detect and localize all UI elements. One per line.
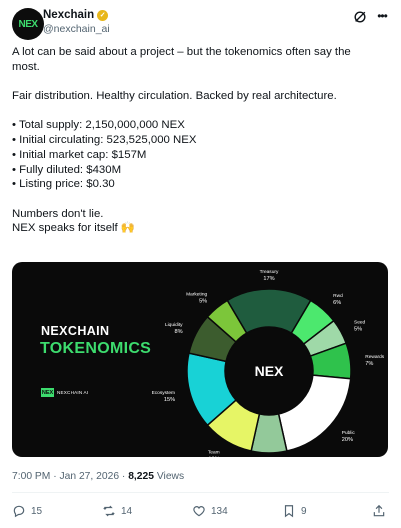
text-line: • Total supply: 2,150,000,000 NEX (12, 119, 185, 132)
slice-value-label: 17% (263, 276, 274, 282)
share-button[interactable] (372, 500, 386, 522)
slice-value-label: 5% (354, 326, 362, 332)
slice-value-label: 6% (333, 300, 341, 306)
slice-label: Rwd (333, 293, 343, 299)
slice-value-label: 10% (208, 456, 219, 457)
text-line: • Listing price: $0.30 (12, 178, 115, 191)
post-header: NEX Nexchain ✓ @nexchain_ai ••• (12, 8, 389, 40)
timestamp[interactable]: 7:00 PM · Jan 27, 2026 · (12, 471, 128, 482)
more-icon[interactable]: ••• (375, 10, 389, 24)
post-meta: 7:00 PM · Jan 27, 2026 · 8,225 Views (12, 471, 184, 482)
slice-label: Marketing (186, 291, 207, 297)
tokenomics-donut-chart: Treasury17%Rwd6%Seed5%Rewards7%Public20%… (152, 269, 385, 457)
text-line: most. (12, 60, 40, 73)
display-name-row[interactable]: Nexchain ✓ (43, 8, 110, 22)
slice-label: Team (208, 449, 220, 455)
slice-label: Rewards (365, 354, 385, 360)
text-line: • Initial circulating: 523,525,000 NEX (12, 134, 197, 147)
like-button[interactable]: 134 (192, 500, 228, 522)
text-line: NEX speaks for itself 🙌 (12, 222, 136, 235)
slice-value-label: 7% (365, 361, 373, 367)
repost-button[interactable]: 14 (102, 500, 132, 522)
grok-icon[interactable] (353, 10, 367, 24)
donut-center-logo: NEX (255, 363, 284, 379)
share-icon (373, 504, 385, 517)
verified-badge-icon: ✓ (97, 9, 109, 21)
author-info: Nexchain ✓ @nexchain_ai (43, 8, 110, 36)
repost-count: 14 (121, 505, 133, 517)
slice-label: Liquidity (165, 322, 183, 328)
text-line: • Fully diluted: $430M (12, 163, 122, 176)
slice-value-label: 20% (342, 437, 353, 443)
bookmark-count: 9 (301, 505, 307, 517)
display-name[interactable]: Nexchain (43, 8, 94, 22)
slice-label: Public (342, 430, 356, 436)
reply-count: 15 (31, 505, 43, 517)
like-icon (193, 506, 205, 517)
slice-label: Treasury (260, 269, 279, 275)
slice-value-label: 5% (199, 298, 207, 304)
avatar[interactable]: NEX (12, 8, 44, 40)
handle[interactable]: @nexchain_ai (43, 22, 110, 36)
text-line: Fair distribution. Healthy circulation. … (12, 90, 337, 103)
post-media-image[interactable]: NEXCHAIN TOKENOMICS NEX NEXCHAIN AI Trea… (12, 262, 388, 457)
divider (12, 492, 389, 493)
text-line: Numbers don't lie. (12, 207, 104, 220)
repost-icon (103, 505, 115, 517)
views-count: 8,225 (128, 471, 154, 482)
reply-icon (13, 505, 25, 518)
slice-value-label: 8% (174, 329, 182, 335)
slice-value-label: 15% (164, 397, 175, 403)
action-bar: 15 14 134 9 (12, 500, 389, 522)
reply-button[interactable]: 15 (12, 500, 42, 522)
like-count: 134 (211, 505, 228, 517)
bookmark-button[interactable]: 9 (282, 500, 307, 522)
post-text: A lot can be said about a project – but … (12, 45, 389, 236)
text-line: A lot can be said about a project – but … (12, 46, 351, 58)
views-label: Views (153, 471, 185, 482)
bookmark-icon (284, 505, 294, 518)
slice-label: Ecosystem (152, 390, 175, 396)
slice-label: Seed (354, 319, 366, 325)
text-line: • Initial market cap: $157M (12, 148, 147, 161)
